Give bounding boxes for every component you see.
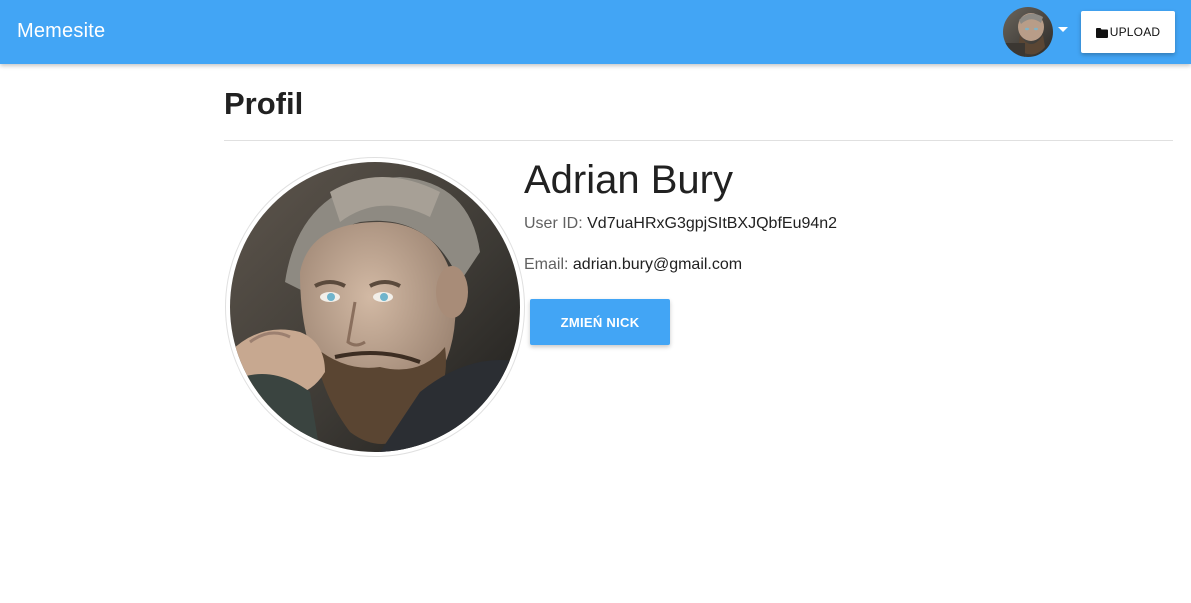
change-nick-button[interactable]: ZMIEŃ NICK [530,299,670,345]
top-navbar: Memesite UPLOAD [0,0,1191,64]
user-id-row: User ID: Vd7uaHRxG3gpjSItBXJQbfEu94n2 [524,215,837,233]
user-id-label: User ID: [524,215,583,232]
upload-button[interactable]: UPLOAD [1081,11,1175,53]
profile-avatar [225,157,525,457]
nav-user-avatar[interactable] [1003,7,1053,57]
page-title: Profil [224,86,304,121]
account-menu-toggle[interactable] [1003,7,1069,57]
title-divider [224,140,1173,141]
email-value: adrian.bury@gmail.com [572,256,743,273]
user-id-value: Vd7uaHRxG3gpjSItBXJQbfEu94n2 [587,215,838,232]
caret-down-icon[interactable] [1058,27,1068,32]
email-label: Email: [524,256,569,273]
upload-button-label: UPLOAD [1109,25,1161,39]
email-row: Email: adrian.bury@gmail.com [524,256,742,274]
folder-icon [1095,27,1108,38]
profile-name: Adrian Bury [524,158,733,202]
brand-logo[interactable]: Memesite [17,20,105,43]
